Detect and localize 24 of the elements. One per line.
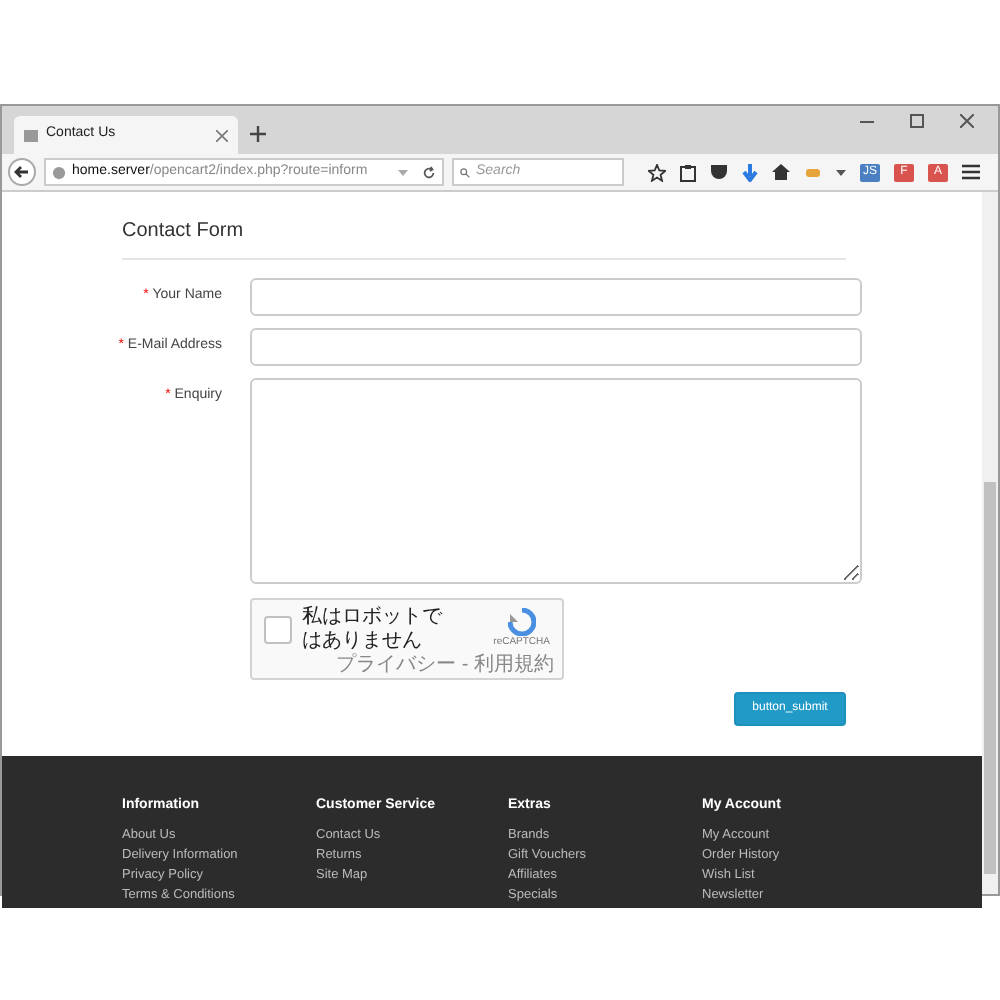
dropdown-icon[interactable] bbox=[836, 169, 846, 175]
captcha-logo-icon bbox=[507, 608, 536, 637]
menu-icon[interactable] bbox=[962, 164, 980, 180]
close-icon[interactable] bbox=[216, 129, 228, 141]
back-icon[interactable] bbox=[8, 158, 36, 186]
reload-icon[interactable] bbox=[422, 165, 436, 179]
text-field[interactable] bbox=[250, 278, 862, 316]
star-icon[interactable] bbox=[648, 163, 666, 181]
search-icon bbox=[460, 165, 470, 179]
home-icon[interactable] bbox=[772, 164, 790, 180]
new-tab-icon[interactable] bbox=[250, 126, 266, 142]
close-icon[interactable] bbox=[960, 114, 974, 128]
captcha-checkbox[interactable] bbox=[264, 616, 292, 644]
clipboard-icon[interactable] bbox=[680, 163, 696, 181]
globe-icon bbox=[52, 165, 66, 179]
enquiry-field[interactable] bbox=[250, 378, 862, 584]
text-field[interactable] bbox=[250, 328, 862, 366]
page-icon bbox=[24, 129, 38, 141]
form-title: Contact Form bbox=[122, 220, 244, 242]
download-icon[interactable] bbox=[742, 163, 758, 181]
captcha-text: 私はロボットではありません bbox=[302, 606, 444, 653]
scrollbar[interactable] bbox=[982, 192, 998, 894]
maximize-icon[interactable] bbox=[910, 114, 924, 128]
minimize-icon[interactable] bbox=[860, 119, 874, 123]
